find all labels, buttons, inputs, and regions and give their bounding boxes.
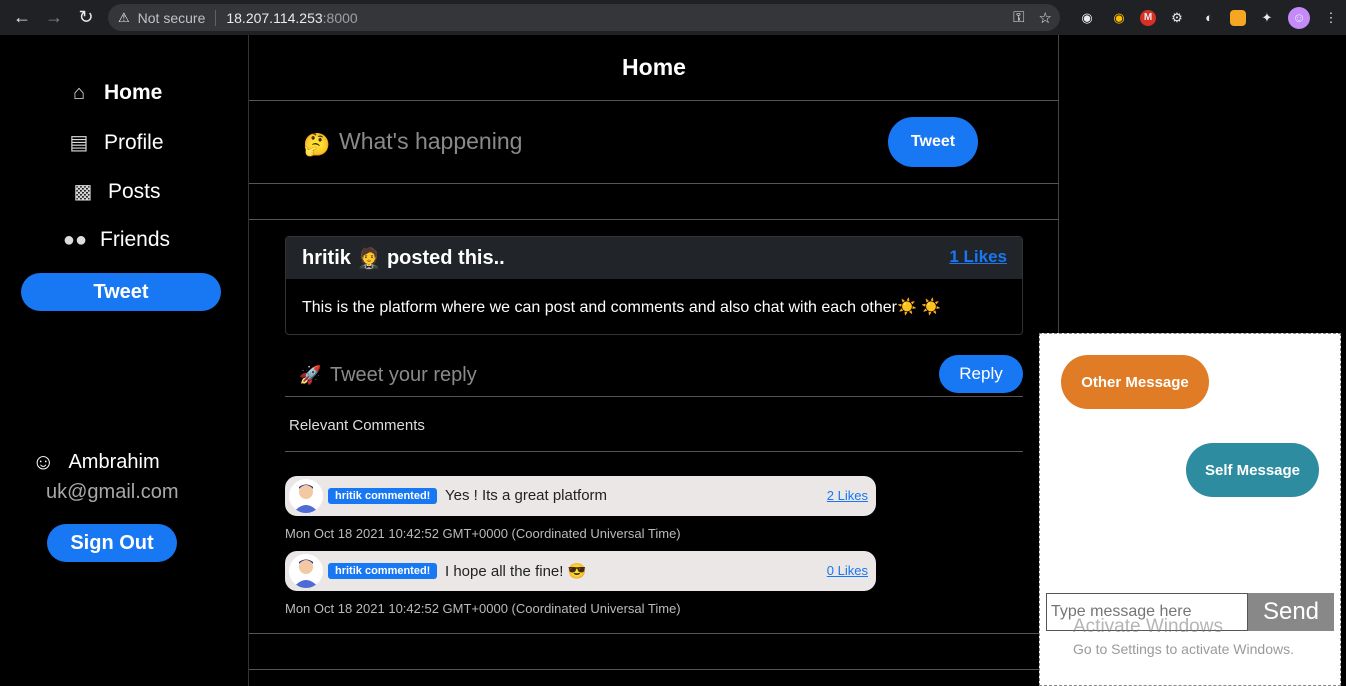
circle-extension-icon[interactable]: ◐ <box>1198 7 1220 29</box>
posts-icon: ▩ <box>73 181 93 203</box>
sidebar: ⌂ Home ▤ Profile ▩ Posts ●● Friends Twee… <box>0 35 249 686</box>
users-icon: ●● <box>62 228 88 251</box>
divider <box>249 633 1059 634</box>
activate-windows-subtitle: Go to Settings to activate Windows. <box>1073 641 1294 657</box>
sidebar-item-label: Profile <box>104 130 164 154</box>
author-emoji-icon: 🤵 <box>356 247 382 270</box>
forward-icon[interactable]: → <box>38 0 70 35</box>
reply-button[interactable]: Reply <box>939 355 1023 393</box>
post-author: hritik <box>302 246 351 269</box>
page-title: Home <box>249 35 1059 101</box>
sidebar-item-friends[interactable]: ●● Friends <box>62 228 170 252</box>
divider <box>249 219 1059 220</box>
compose-input[interactable]: What's happening <box>339 128 522 155</box>
comment-timestamp: Mon Oct 18 2021 10:42:52 GMT+0000 (Coord… <box>285 601 681 616</box>
user-name: Ambrahim <box>68 450 160 473</box>
sidebar-item-home[interactable]: ⌂ Home <box>66 81 162 105</box>
chat-send-button[interactable]: Send <box>1248 593 1334 631</box>
post-card: hritik 🤵 posted this.. 1 Likes This is t… <box>285 236 1023 335</box>
reload-icon[interactable]: ↻ <box>70 0 102 35</box>
activate-windows-title: Activate Windows <box>1073 616 1223 637</box>
mega-extension-icon[interactable]: M <box>1140 9 1156 26</box>
commenter-badge: hritik commented! <box>328 563 438 579</box>
sidebar-item-profile[interactable]: ▤ Profile <box>66 130 164 155</box>
url-port: :8000 <box>322 9 358 26</box>
comment-likes-link[interactable]: 2 Likes <box>827 488 868 503</box>
user-email: uk@gmail.com <box>46 481 179 503</box>
comment-card: hritik commented! Yes ! Its a great plat… <box>285 476 876 516</box>
not-secure-label: Not secure <box>137 9 206 26</box>
commenter-badge: hritik commented! <box>328 488 438 504</box>
star-icon[interactable]: ☆ <box>1039 9 1052 27</box>
compose-box: 🤔 What's happening Tweet <box>249 101 1059 184</box>
user-info: ☺ Ambrahim <box>32 449 160 475</box>
relevant-comments-heading: Relevant Comments <box>289 417 425 434</box>
tweet-button[interactable]: Tweet <box>888 117 978 167</box>
comment-text: Yes ! Its a great platform <box>445 487 608 504</box>
camera-extension-icon[interactable]: ◉ <box>1076 7 1098 29</box>
sidebar-tweet-button[interactable]: Tweet <box>21 273 221 311</box>
sidebar-item-label: Friends <box>100 228 171 251</box>
address-bar[interactable]: ⚠ Not secure 18.207.114.253:8000 ⚿ ☆ <box>108 4 1060 31</box>
post-body: This is the platform where we can post a… <box>302 299 942 316</box>
address-separator <box>215 9 217 26</box>
glasses-extension-icon[interactable]: ◉ <box>1108 7 1130 29</box>
browser-toolbar: ← → ↻ ⚠ Not secure 18.207.114.253:8000 ⚿… <box>0 0 1346 35</box>
puzzle-extensions-icon[interactable]: ✦ <box>1256 7 1278 29</box>
posted-text: posted this.. <box>386 246 505 269</box>
orange-extension-icon[interactable] <box>1230 9 1246 26</box>
gear-extension-icon[interactable]: ⚙ <box>1166 7 1188 29</box>
sidebar-item-label: Posts <box>108 179 161 203</box>
divider <box>249 669 1059 670</box>
profile-avatar-icon[interactable]: ☺ <box>1288 6 1310 29</box>
thinking-emoji-icon: 🤔 <box>303 132 331 157</box>
avatar <box>289 554 323 588</box>
reply-input[interactable]: Tweet your reply <box>330 364 477 387</box>
sidebar-item-label: Home <box>104 81 163 104</box>
key-icon[interactable]: ⚿ <box>1013 9 1024 26</box>
sign-out-button[interactable]: Sign Out <box>47 524 177 562</box>
divider <box>285 451 1023 452</box>
extensions-bar: ◉ ◉ M ⚙ ◐ ✦ ☺ ⋮ <box>1076 4 1342 31</box>
menu-dots-icon[interactable]: ⋮ <box>1320 7 1342 29</box>
rocket-emoji-icon: 🚀 <box>299 365 322 385</box>
url-host: 18.207.114.253 <box>226 9 323 26</box>
id-card-icon: ▤ <box>69 132 89 154</box>
post-likes-link[interactable]: 1 Likes <box>949 247 1007 267</box>
sidebar-item-posts[interactable]: ▩ Posts <box>70 179 161 204</box>
user-icon: ☺ <box>32 449 55 474</box>
comment-likes-link[interactable]: 0 Likes <box>827 563 868 578</box>
main-feed: Home 🤔 What's happening Tweet hritik 🤵 p… <box>249 35 1059 686</box>
other-message-bubble: Other Message <box>1061 355 1209 409</box>
self-message-bubble: Self Message <box>1186 443 1319 497</box>
post-header: hritik 🤵 posted this.. 1 Likes <box>286 237 1022 279</box>
reply-box: 🚀 Tweet your reply Reply <box>285 352 1023 397</box>
comment-card: hritik commented! I hope all the fine! 😎… <box>285 551 876 591</box>
home-icon: ⌂ <box>72 81 86 104</box>
comment-timestamp: Mon Oct 18 2021 10:42:52 GMT+0000 (Coord… <box>285 526 681 541</box>
comment-text: I hope all the fine! 😎 <box>445 563 587 580</box>
warning-icon: ⚠ <box>118 9 130 25</box>
avatar <box>289 479 323 513</box>
back-icon[interactable]: ← <box>6 0 38 35</box>
